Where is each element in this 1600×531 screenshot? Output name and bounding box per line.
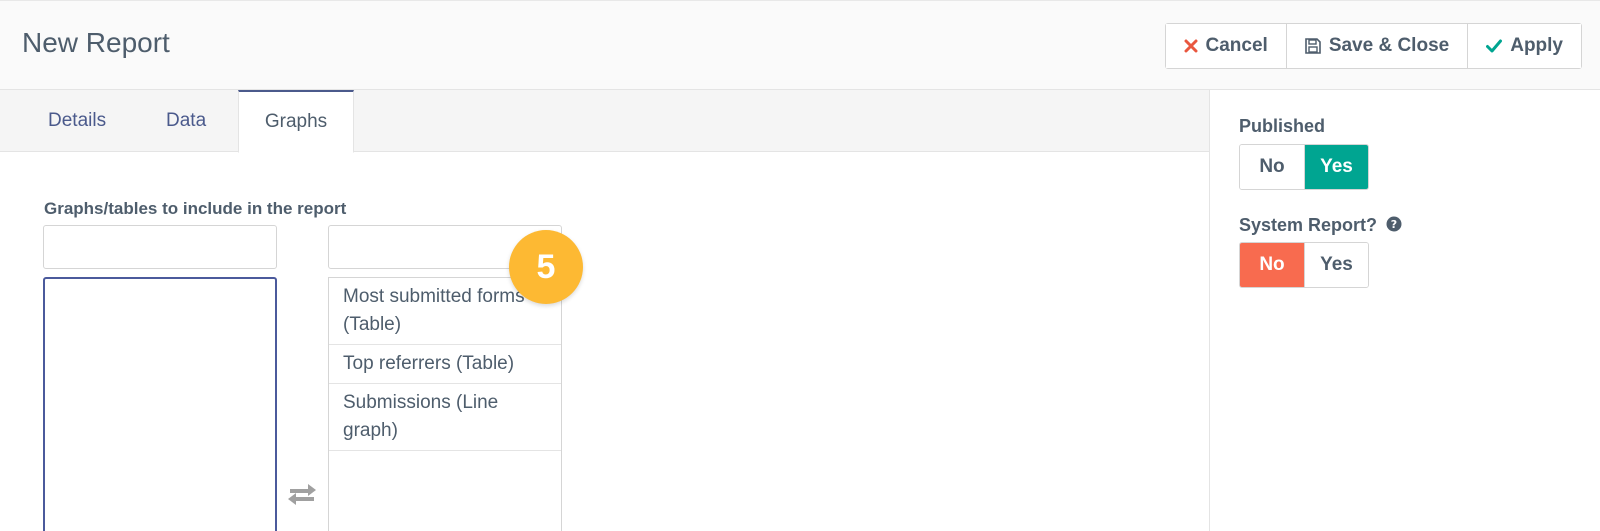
published-label: Published xyxy=(1239,116,1326,136)
save-close-button[interactable]: Save & Close xyxy=(1285,24,1468,68)
main-panel: Details Data Graphs Graphs/tables to inc… xyxy=(0,90,1210,531)
step-badge: 5 xyxy=(509,230,583,304)
selected-graphs-list[interactable] xyxy=(43,277,277,531)
cancel-button-label: Cancel xyxy=(1205,35,1268,56)
published-toggle: No Yes xyxy=(1239,144,1369,190)
published-yes-option[interactable]: Yes xyxy=(1304,145,1368,189)
cancel-button[interactable]: Cancel xyxy=(1165,24,1286,68)
sidebar-panel: Published No Yes System Report? ? No Yes xyxy=(1211,90,1600,531)
page-header: New Report Cancel Save & Close Apply xyxy=(0,0,1600,90)
page-title: New Report xyxy=(22,27,170,58)
list-item-submissions[interactable]: Submissions (Line graph) xyxy=(329,384,561,451)
graphs-field-label: Graphs/tables to include in the report xyxy=(44,199,347,218)
question-circle-icon[interactable]: ? xyxy=(1386,216,1402,237)
close-icon xyxy=(1184,39,1198,53)
tab-data[interactable]: Data xyxy=(166,90,206,152)
selected-filter-input[interactable] xyxy=(43,225,277,269)
list-item-top-referrers[interactable]: Top referrers (Table) xyxy=(329,345,561,384)
check-icon xyxy=(1486,39,1503,53)
swap-arrows-icon[interactable] xyxy=(286,480,318,511)
system-report-toggle: No Yes xyxy=(1239,242,1369,288)
svg-text:?: ? xyxy=(1391,218,1397,231)
save-close-button-label: Save & Close xyxy=(1328,35,1450,56)
system-report-no-option[interactable]: No xyxy=(1240,243,1304,287)
system-report-label: System Report? xyxy=(1239,215,1378,235)
system-report-label-row: System Report? ? xyxy=(1239,215,1402,237)
published-no-option[interactable]: No xyxy=(1240,145,1304,189)
tab-bar: Details Data Graphs xyxy=(0,90,1209,153)
apply-button-label: Apply xyxy=(1510,35,1563,56)
tab-graphs[interactable]: Graphs xyxy=(238,90,354,153)
header-button-group: Cancel Save & Close Apply xyxy=(1164,23,1582,69)
system-report-yes-option[interactable]: Yes xyxy=(1304,243,1368,287)
available-graphs-list: Most submitted forms (Table) Top referre… xyxy=(328,277,562,531)
apply-button[interactable]: Apply xyxy=(1467,24,1581,68)
tab-details[interactable]: Details xyxy=(48,90,106,152)
save-icon xyxy=(1305,38,1321,54)
